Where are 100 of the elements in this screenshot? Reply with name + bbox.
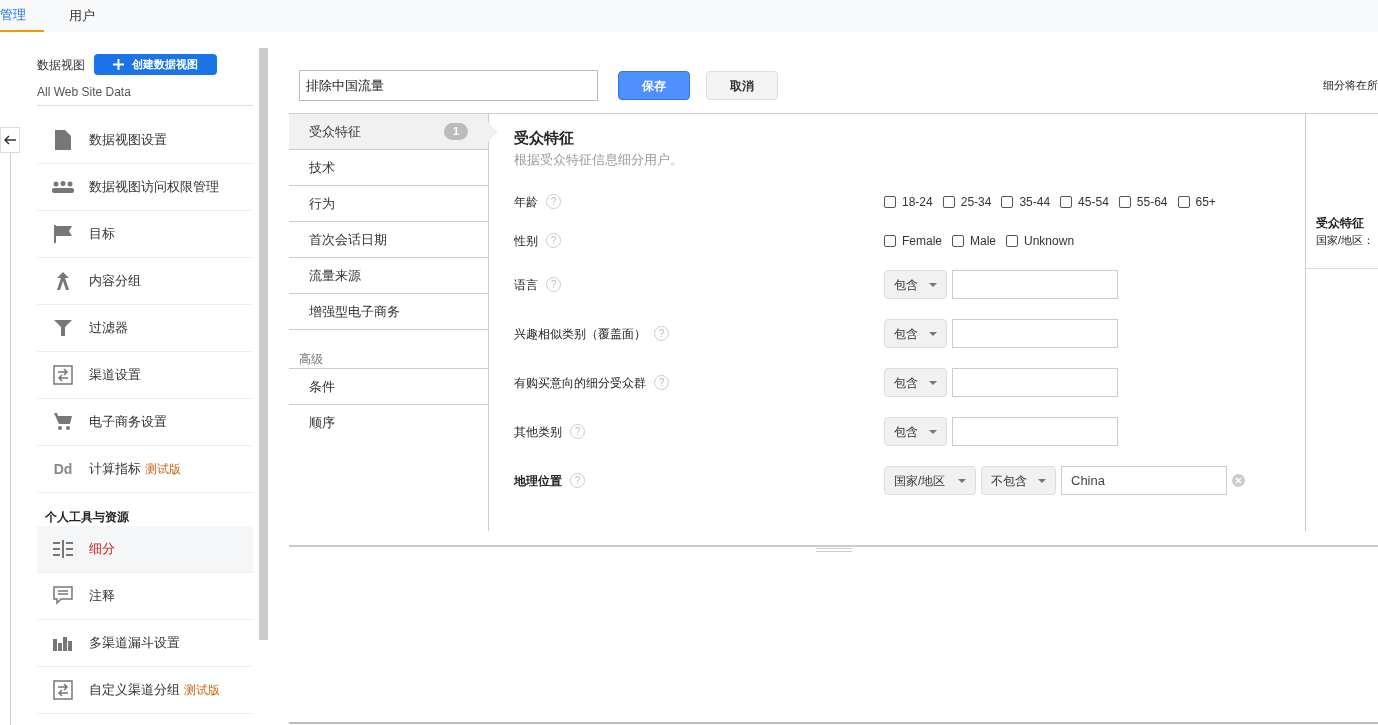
section-title: 个人工具与资源: [44, 509, 130, 526]
category-label: 行为: [309, 194, 335, 213]
dropdown-value: 包含: [894, 276, 918, 294]
value-field[interactable]: [952, 368, 1118, 397]
sidebar-item[interactable]: 目标: [37, 211, 253, 258]
sidebar-item[interactable]: 内容分组: [37, 258, 253, 305]
checkbox[interactable]: [1118, 195, 1131, 208]
value-field[interactable]: [952, 319, 1118, 348]
checkbox-option[interactable]: Male: [952, 231, 997, 250]
segment-name-field[interactable]: 排除中国流量: [299, 70, 598, 101]
sidebar-item[interactable]: 注释: [37, 573, 253, 620]
plus-icon: [113, 59, 124, 70]
field-label: 语言: [514, 276, 538, 294]
checkbox[interactable]: [1006, 234, 1019, 247]
tab[interactable]: 管理: [0, 0, 44, 32]
value-field[interactable]: [952, 417, 1118, 446]
document-icon: [55, 130, 71, 150]
checkbox[interactable]: [942, 195, 955, 208]
checkbox[interactable]: [884, 195, 896, 208]
dropdown-value: 国家/地区: [894, 472, 946, 490]
sidebar-item[interactable]: 多渠道漏斗设置: [37, 620, 253, 667]
checkbox-option[interactable]: 55-64: [1118, 192, 1168, 211]
scrollbar-thumb[interactable]: [259, 48, 268, 640]
cart-icon: [54, 413, 72, 431]
sidebar-item-label: 注释: [89, 587, 115, 606]
caret-icon: [958, 478, 966, 483]
category-label: 技术: [309, 158, 335, 177]
sidebar-item[interactable]: 数据视图访问权限管理: [37, 164, 253, 211]
bar-chart-icon: [53, 635, 73, 651]
back-arrow-icon: [4, 135, 16, 145]
checkbox[interactable]: [1060, 195, 1073, 208]
operator-dropdown[interactable]: 包含: [884, 417, 947, 446]
sidebar-item[interactable]: 自定义渠道分组 测试版: [37, 667, 253, 714]
sidebar-item[interactable]: Dd 计算指标 测试版: [37, 446, 253, 493]
sidebar-item-label: 内容分组: [89, 272, 141, 291]
category-label: 流量来源: [309, 266, 361, 285]
checkbox[interactable]: [1001, 195, 1014, 208]
value-field[interactable]: [952, 270, 1118, 299]
sidebar-item[interactable]: 过滤器: [37, 305, 253, 352]
sidebar-item[interactable]: 细分: [37, 526, 253, 573]
category-tab[interactable]: 受众特征 1: [289, 114, 488, 150]
operator-dropdown[interactable]: 包含: [884, 270, 947, 299]
resize-handle[interactable]: [815, 548, 852, 552]
summary-title: 受众特征: [1316, 215, 1365, 232]
sidebar-item-label: 数据视图设置: [89, 131, 167, 150]
checkbox[interactable]: [884, 234, 896, 247]
cancel-button[interactable]: 取消: [706, 71, 778, 100]
sidebar-item[interactable]: 数据视图设置: [37, 117, 253, 164]
checkbox-option[interactable]: Unknown: [1006, 231, 1075, 250]
checkbox[interactable]: [952, 234, 964, 247]
sidebar-item-label: 计算指标: [89, 460, 141, 479]
checkbox-option[interactable]: Female: [884, 231, 942, 250]
summary-note: 细分将在所: [1323, 78, 1378, 94]
field-label: 有购买意向的细分受众群: [514, 374, 646, 392]
sidebar-item-label: 自定义渠道分组: [89, 681, 180, 700]
value-field[interactable]: China: [1061, 466, 1227, 495]
field-label: 年龄: [514, 193, 538, 211]
operator-dropdown[interactable]: 包含: [884, 319, 947, 348]
checkbox-option[interactable]: 35-44: [1001, 192, 1051, 211]
caret-icon: [929, 331, 937, 336]
sidebar-item-label: 多渠道漏斗设置: [89, 634, 180, 653]
panel-subtitle: 根据受众特征信息细分用户。: [514, 150, 684, 169]
view-label: 数据视图: [37, 56, 85, 74]
field-label: 兴趣相似类别（覆盖面）: [514, 325, 646, 343]
category-label: 受众特征: [309, 122, 361, 141]
checkbox-option[interactable]: 18-24: [884, 192, 933, 211]
checkbox-option[interactable]: 65+: [1177, 192, 1216, 211]
dropdown-value: 包含: [894, 423, 918, 441]
sidebar-item[interactable]: 渠道设置: [37, 352, 253, 399]
checkbox[interactable]: [1177, 195, 1190, 208]
comment-icon: [53, 586, 73, 606]
sidebar-item-label: 电子商务设置: [89, 413, 167, 432]
flag-icon: [54, 225, 72, 243]
checkbox-option[interactable]: 25-34: [942, 192, 992, 211]
sidebar-item-label: 过滤器: [89, 319, 128, 338]
count-badge: 1: [443, 123, 468, 140]
panel-title: 受众特征: [514, 128, 575, 148]
checkbox-option[interactable]: 45-54: [1060, 192, 1109, 211]
field-label: 性别: [514, 232, 538, 250]
view-name: All Web Site Data: [37, 83, 253, 106]
filter-icon: [54, 320, 72, 336]
field-label: 其他类别: [514, 423, 562, 441]
arrows-box-icon: [53, 680, 73, 700]
caret-icon: [929, 429, 937, 434]
operator-dropdown[interactable]: 不包含: [981, 466, 1056, 495]
dd-icon: Dd: [53, 458, 73, 480]
operator-dropdown[interactable]: 国家/地区: [884, 466, 976, 495]
category-label: 增强型电子商务: [309, 302, 400, 321]
sidebar-item-label: 细分: [89, 540, 115, 559]
operator-dropdown[interactable]: 包含: [884, 368, 947, 397]
category-label: 首次会话日期: [309, 230, 387, 249]
sidebar-item[interactable]: 电子商务设置: [37, 399, 253, 446]
dropdown-value: 包含: [894, 374, 918, 392]
caret-icon: [929, 282, 937, 287]
segment-lines-icon: [53, 540, 73, 558]
tab[interactable]: 用户: [44, 0, 111, 32]
field-label: 地理位置: [514, 472, 562, 490]
caret-icon: [929, 380, 937, 385]
create-view-button[interactable]: 创建数据视图: [94, 54, 217, 75]
back-button[interactable]: [0, 127, 20, 153]
